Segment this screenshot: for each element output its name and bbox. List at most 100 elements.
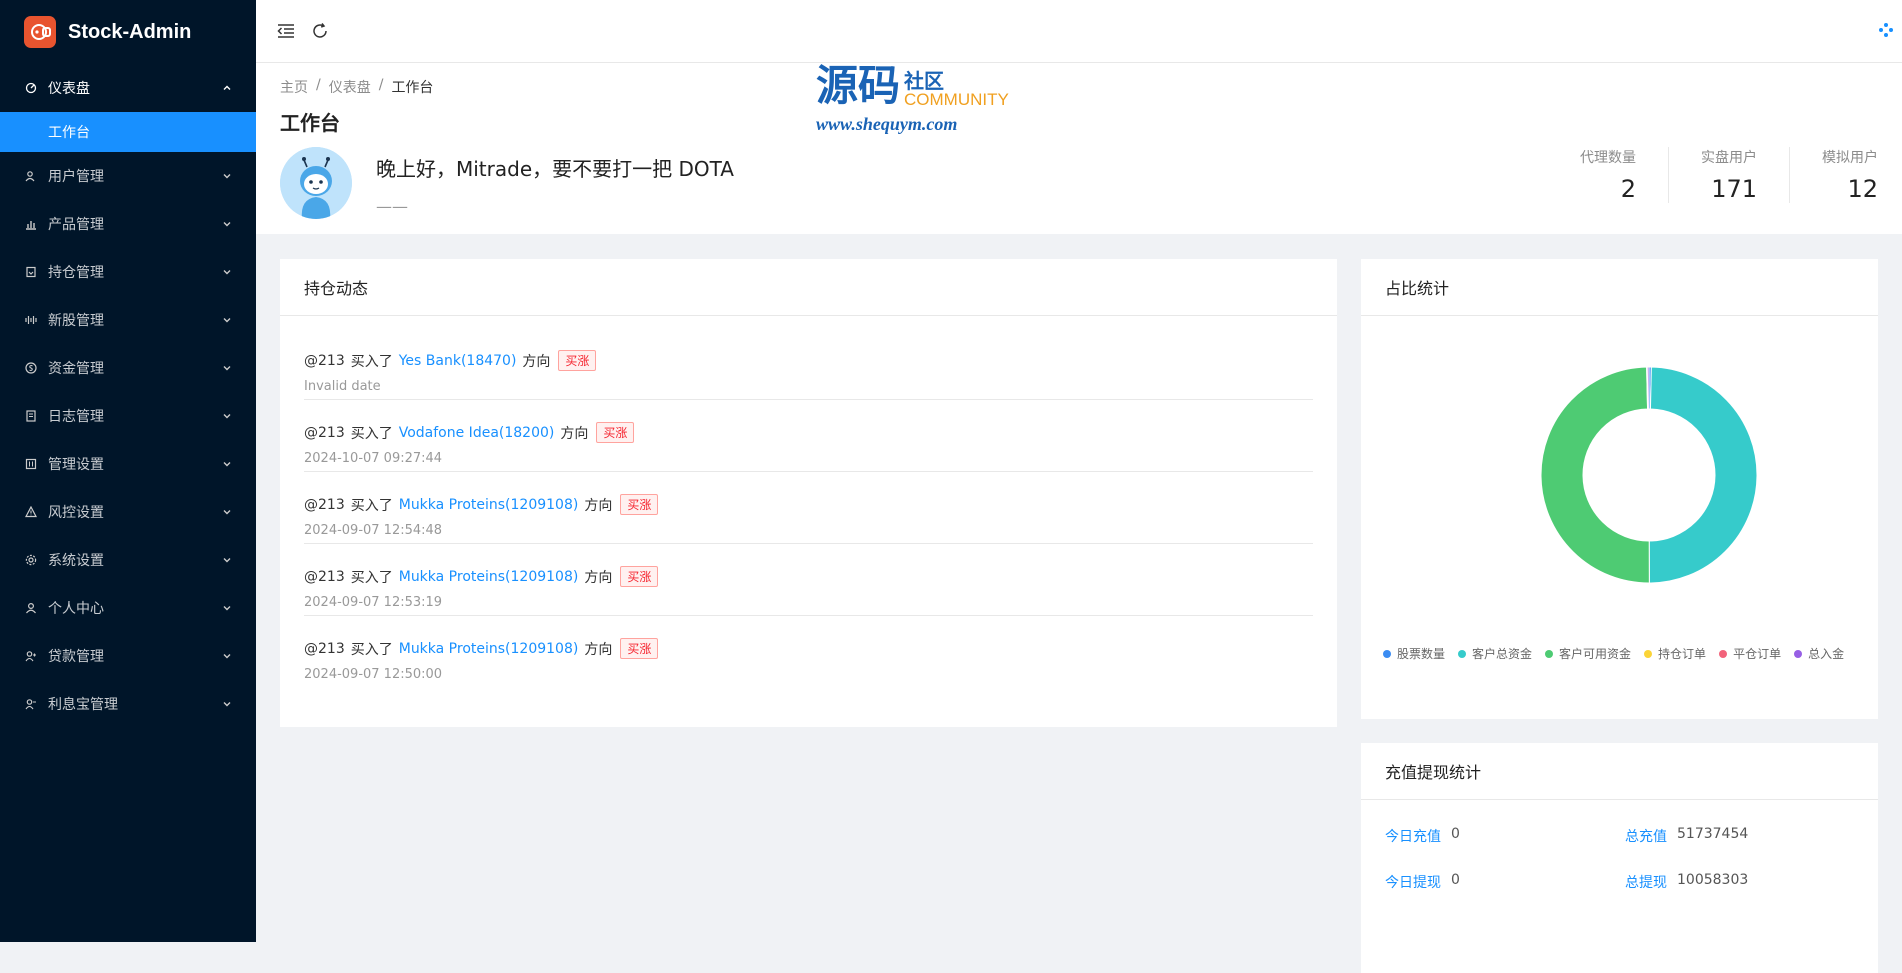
watermark-cn-text: 社区 — [904, 69, 945, 93]
dollar-icon — [24, 361, 38, 375]
feed-stock-link[interactable]: Mukka Proteins(1209108) — [399, 569, 579, 585]
stat-value: 171 — [1711, 175, 1757, 203]
menu-dashboard[interactable]: 仪表盘 — [0, 64, 256, 112]
legend-label: 客户可用资金 — [1559, 647, 1632, 661]
menu-log-management[interactable]: 日志管理 — [0, 392, 256, 440]
menu-label: 资金管理 — [48, 361, 104, 377]
menu-user-management[interactable]: 用户管理 — [0, 152, 256, 200]
feed-stock-link[interactable]: Mukka Proteins(1209108) — [399, 497, 579, 513]
legend-item[interactable]: 总入金 — [1794, 645, 1844, 662]
refresh-icon[interactable] — [310, 21, 330, 41]
watermark-url: www.shequym.com — [816, 114, 958, 134]
legend-item[interactable]: 股票数量 — [1383, 645, 1445, 662]
recharge-value: 51737454 — [1677, 826, 1749, 842]
legend-item[interactable]: 客户可用资金 — [1545, 645, 1631, 662]
breadcrumb-home[interactable]: 主页 — [280, 77, 308, 97]
user-group-icon — [24, 169, 38, 183]
menu-label: 贷款管理 — [48, 649, 104, 665]
feed-user: @213 — [304, 496, 345, 513]
recharge-label[interactable]: 总提现 — [1625, 872, 1667, 892]
feed-user: @213 — [304, 424, 345, 441]
sidebar: Stock-Admin 仪表盘 工作台 用户管理 产品管理 持仓管理 新股管理 … — [0, 0, 256, 942]
feed-user: @213 — [304, 568, 345, 585]
feed-item: @213 买入了 Mukka Proteins(1209108) 方向 买涨 2024-0… — [304, 472, 1313, 544]
menu-loan-management[interactable]: 贷款管理 — [0, 632, 256, 680]
recharge-value: 10058303 — [1677, 872, 1749, 888]
feed-time: Invalid date — [304, 379, 381, 394]
feed-stock-link[interactable]: Mukka Proteins(1209108) — [399, 641, 579, 657]
menu-label: 系统设置 — [48, 553, 104, 569]
chevron-down-icon — [222, 555, 232, 565]
menu-position-management[interactable]: 持仓管理 — [0, 248, 256, 296]
donut-slice[interactable] — [1540, 366, 1650, 584]
card-title: 持仓动态 — [280, 259, 1337, 316]
chevron-down-icon — [222, 315, 232, 325]
logo-icon — [24, 16, 56, 48]
menu-label: 用户管理 — [48, 169, 104, 185]
breadcrumb-current: 工作台 — [391, 80, 434, 96]
logo[interactable]: Stock-Admin — [0, 0, 256, 64]
recharge-grid: 今日充值 0 总充值 51737454 今日提现 0 总提现 10058303 — [1361, 800, 1878, 892]
feed-action: 买入了 — [350, 569, 393, 586]
dashboard-icon — [24, 81, 38, 95]
recharge-label[interactable]: 今日充值 — [1385, 826, 1441, 846]
bar-chart-icon — [24, 217, 38, 231]
chevron-down-icon — [222, 363, 232, 373]
legend-item[interactable]: 客户总资金 — [1458, 645, 1532, 662]
feed-line: @213 买入了 Mukka Proteins(1209108) 方向 买涨 — [304, 566, 1313, 587]
menu-ipo-management[interactable]: 新股管理 — [0, 296, 256, 344]
menu-fund-management[interactable]: 资金管理 — [0, 344, 256, 392]
chevron-down-icon — [222, 219, 232, 229]
menu-label: 日志管理 — [48, 409, 104, 425]
menu-label: 管理设置 — [48, 457, 104, 473]
interest-icon — [24, 697, 38, 711]
feed-item: @213 买入了 Vodafone Idea(18200) 方向 买涨 2024-10-0… — [304, 400, 1313, 472]
feed-line: @213 买入了 Vodafone Idea(18200) 方向 买涨 — [304, 422, 1313, 443]
direction-tag: 买涨 — [558, 350, 597, 371]
top-header — [256, 0, 1902, 63]
chevron-down-icon — [222, 603, 232, 613]
chevron-down-icon — [222, 267, 232, 277]
donut-slice[interactable] — [1648, 366, 1758, 584]
watermark-big-text: 源码 — [816, 61, 901, 110]
app-title: Stock-Admin — [68, 20, 192, 43]
feed-list: @213 买入了 Yes Bank(18470) 方向 买涨 Invalid date @2… — [280, 316, 1337, 688]
menu-admin-settings[interactable]: 管理设置 — [0, 440, 256, 488]
chevron-down-icon — [222, 459, 232, 469]
watermark-en-text: COMMUNITY — [904, 90, 1009, 109]
legend-dot — [1794, 649, 1803, 658]
recharge-item: 总充值 51737454 — [1625, 826, 1865, 846]
ratio-card: 占比统计 股票数量 客户总资金 客户可用资金 持仓订单 平仓订单 总入金 — [1361, 259, 1878, 719]
menu-personal-center[interactable]: 个人中心 — [0, 584, 256, 632]
recharge-label[interactable]: 总充值 — [1625, 826, 1667, 846]
breadcrumb-dashboard[interactable]: 仪表盘 — [329, 77, 371, 97]
settings-dots-icon[interactable] — [1876, 20, 1896, 40]
menu-item-workbench[interactable]: 工作台 — [0, 112, 256, 152]
menu-label: 个人中心 — [48, 601, 104, 617]
stat-demo-users: 模拟用户 12 — [1789, 147, 1878, 203]
menu-fold-icon[interactable] — [276, 21, 296, 41]
menu-system-settings[interactable]: 系统设置 — [0, 536, 256, 584]
feed-line: @213 买入了 Yes Bank(18470) 方向 买涨 — [304, 350, 1313, 371]
menu-risk-settings[interactable]: 风控设置 — [0, 488, 256, 536]
legend-item[interactable]: 平仓订单 — [1719, 645, 1781, 662]
stat-agents: 代理数量 2 — [1548, 147, 1636, 203]
menu-interest-management[interactable]: 利息宝管理 — [0, 680, 256, 728]
stat-label: 实盘用户 — [1701, 150, 1757, 166]
menu-product-management[interactable]: 产品管理 — [0, 200, 256, 248]
recharge-label[interactable]: 今日提现 — [1385, 872, 1441, 892]
legend-label: 客户总资金 — [1472, 647, 1533, 661]
direction-tag: 买涨 — [620, 494, 659, 515]
direction-tag: 买涨 — [596, 422, 635, 443]
donut-slice[interactable] — [1646, 366, 1650, 410]
feed-stock-link[interactable]: Yes Bank(18470) — [399, 353, 517, 369]
legend-item[interactable]: 持仓订单 — [1644, 645, 1706, 662]
direction-tag: 买涨 — [620, 566, 659, 587]
recharge-card: 充值提现统计 今日充值 0 总充值 51737454 今日提现 0 总提现 10058303 — [1361, 743, 1878, 973]
feed-time: 2024-09-07 12:50:00 — [304, 667, 443, 682]
chevron-down-icon — [222, 651, 232, 661]
greeting-text: 晚上好，Mitrade，要不要打一把 DOTA — [376, 157, 734, 181]
feed-stock-link[interactable]: Vodafone Idea(18200) — [399, 425, 555, 441]
feed-direction-label: 方向 — [584, 641, 613, 658]
menu-dashboard-label: 仪表盘 — [48, 81, 90, 97]
